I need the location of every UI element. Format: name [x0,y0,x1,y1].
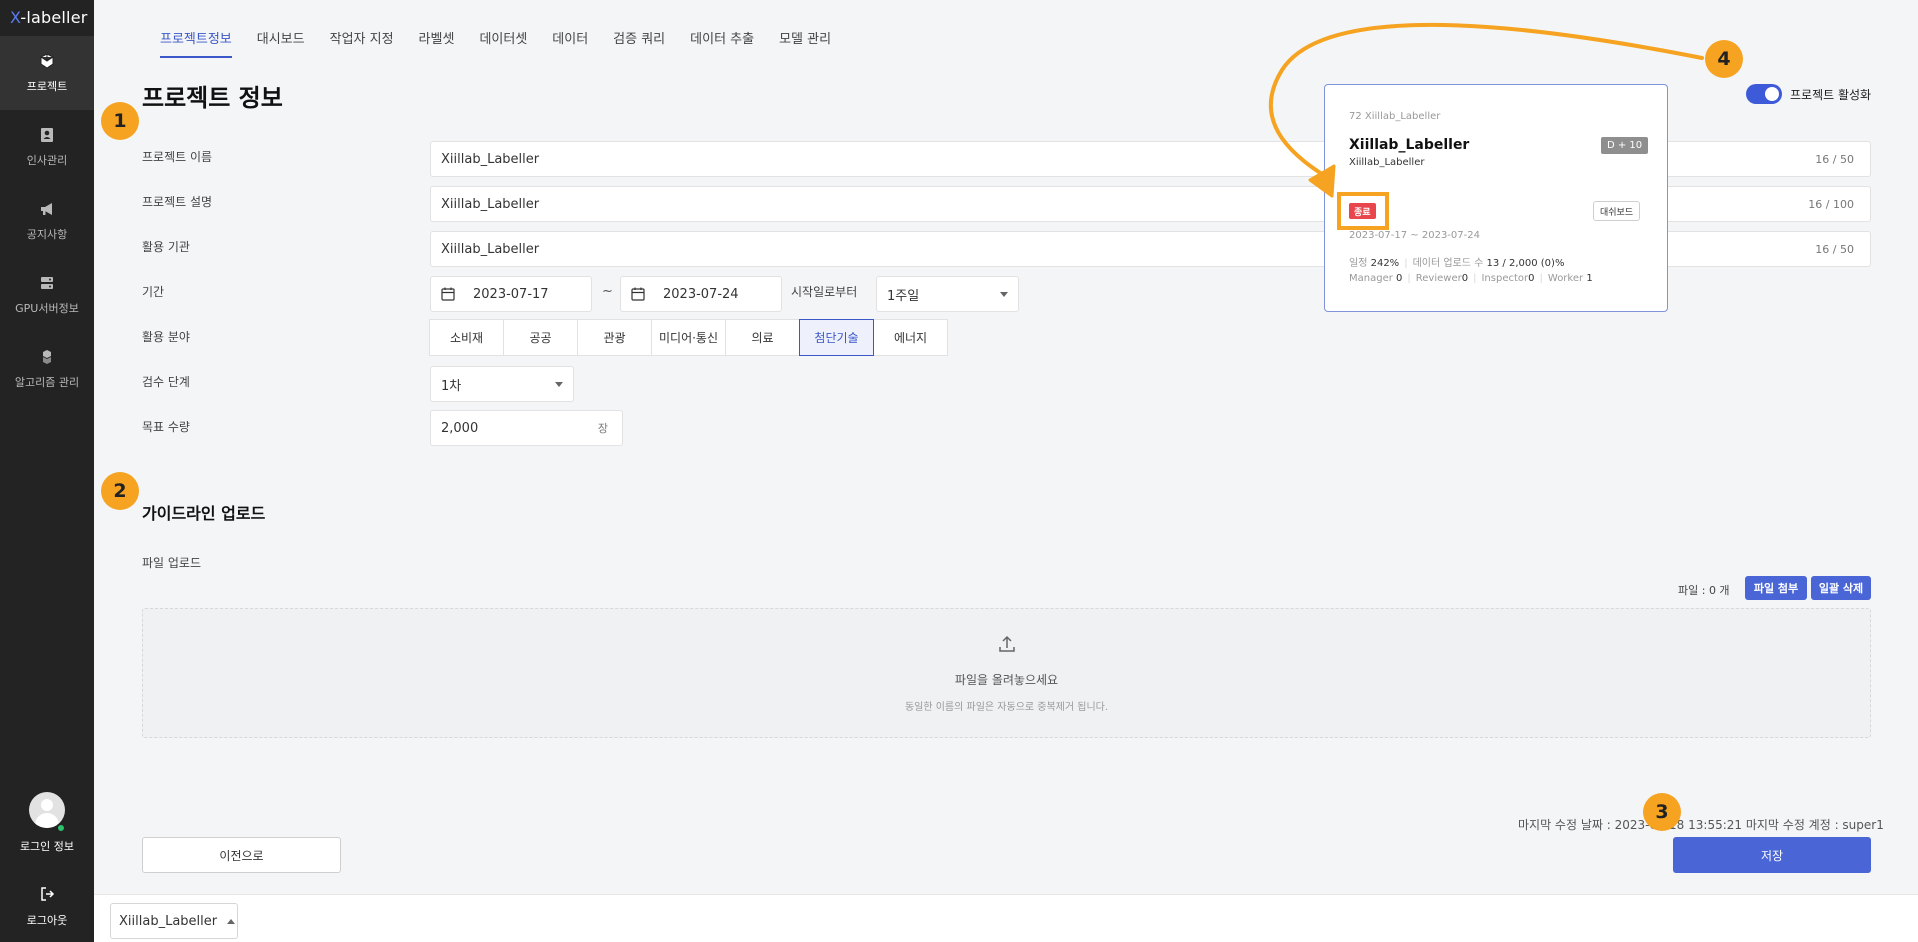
login-info-label: 로그인 정보 [19,840,75,853]
tab-model-management[interactable]: 모델 관리 [779,28,831,58]
tab-project-info[interactable]: 프로젝트정보 [160,28,232,58]
from-start-label: 시작일로부터 [791,285,858,299]
project-name-label: 프로젝트 이름 [142,150,213,164]
file-upload-label: 파일 업로드 [142,556,202,570]
tab-dashboard[interactable]: 대시보드 [257,28,305,58]
server-icon [41,276,53,289]
card-roles: Manager 0 | Reviewer0 | Inspector0 | Worker 1 [1349,273,1593,284]
sidebar: X-labeller 프로젝트 인사관리 공지사항 GPU서버정보 알고리즘 관… [0,0,94,942]
sidebar-item-notice[interactable]: 공지사항 [0,184,94,258]
review-stage-label: 검수 단계 [142,375,190,389]
app-logo[interactable]: X-labeller [0,0,94,36]
sidebar-item-label: 알고리즘 관리 [14,375,80,389]
box-icon [40,52,54,69]
chevron-down-icon [1000,291,1008,297]
sidebar-item-algorithm[interactable]: 알고리즘 관리 [0,332,94,406]
marker-1: 1 [101,102,139,140]
delete-all-button[interactable]: 일괄 삭제 [1811,576,1871,600]
tab-data[interactable]: 데이터 [552,28,588,58]
toggle-switch[interactable] [1746,84,1782,104]
project-desc-label: 프로젝트 설명 [142,195,213,209]
tab-dataset[interactable]: 데이터셋 [479,28,527,58]
target-count-input[interactable]: 2,000 장 [430,410,623,446]
field-option-media[interactable]: 미디어·통신 [651,319,726,356]
duration-select[interactable]: 1주일 [876,276,1019,312]
marker-3: 3 [1643,793,1681,831]
tab-data-export[interactable]: 데이터 추출 [690,28,754,58]
project-card[interactable]: 72 Xiillab_Labeller Xiillab_Labeller Xii… [1324,84,1668,312]
person-card-icon [41,127,53,142]
project-active-toggle[interactable]: 프로젝트 활성화 [1746,84,1871,104]
sidebar-item-label: GPU서버정보 [15,301,79,315]
sidebar-item-hr[interactable]: 인사관리 [0,110,94,184]
tab-bar: 프로젝트정보 대시보드 작업자 지정 라벨셋 데이터셋 데이터 검증 쿼리 데이… [160,28,856,58]
field-option-tourism[interactable]: 관광 [577,319,652,356]
toggle-label: 프로젝트 활성화 [1790,87,1872,102]
dropzone-sub-text: 동일한 이름의 파일은 자동으로 중복제거 됩니다. [904,702,1109,713]
field-option-energy[interactable]: 에너지 [873,319,948,356]
period-label: 기간 [142,285,165,299]
chevron-down-icon [555,381,563,387]
page-title: 프로젝트 정보 [142,84,283,112]
tab-labelset[interactable]: 라벨셋 [419,28,455,58]
logout-icon [41,887,55,901]
sidebar-item-label: 공지사항 [26,227,68,241]
marker-2: 2 [101,472,139,510]
start-date-input[interactable]: 2023-07-17 [430,276,592,312]
sidebar-item-gpu[interactable]: GPU서버정보 [0,258,94,332]
dropzone-main-text: 파일을 올려놓으세요 [954,673,1059,687]
field-segmented-control: 소비재 공공 관광 미디어·통신 의료 첨단기술 에너지 [429,319,948,356]
card-period: 2023-07-17 ~ 2023-07-24 [1349,230,1480,241]
card-subtitle: Xiillab_Labeller [1349,157,1425,168]
target-count-label: 목표 수량 [142,420,190,434]
sidebar-item-project[interactable]: 프로젝트 [0,36,94,110]
guideline-title: 가이드라인 업로드 [142,504,266,523]
boxes-icon [43,349,51,364]
period-tilde: ~ [602,284,613,299]
marker-4: 4 [1705,40,1743,78]
unit-label: 장 [597,422,608,435]
field-option-consumer[interactable]: 소비재 [429,319,504,356]
file-dropzone[interactable]: 파일을 올려놓으세요 동일한 이름의 파일은 자동으로 중복제거 됩니다. [142,608,1871,738]
field-option-hightech[interactable]: 첨단기술 [799,319,874,356]
calendar-icon [631,287,645,301]
review-stage-select[interactable]: 1차 [430,366,574,402]
footer-bar: Xiillab_Labeller [94,894,1918,942]
upload-icon [998,635,1015,652]
dday-badge: D + 10 [1601,137,1649,154]
field-option-medical[interactable]: 의료 [725,319,800,356]
status-highlight-box [1337,192,1389,230]
calendar-icon [441,287,455,301]
sidebar-item-label: 인사관리 [26,153,68,167]
megaphone-icon [41,202,52,215]
project-select[interactable]: Xiillab_Labeller [110,903,238,939]
online-status-dot [56,823,66,833]
card-id: 72 Xiillab_Labeller [1349,111,1441,122]
file-count: 파일 : 0 개 [1678,584,1730,597]
sidebar-item-label: 프로젝트 [26,79,68,93]
logout-button[interactable]: 로그아웃 [0,886,94,928]
last-modified-info: 마지막 수정 날짜 : 2023-07-18 13:55:21 마지막 수정 계… [1518,818,1884,832]
org-label: 활용 기관 [142,240,190,254]
attach-file-button[interactable]: 파일 첨부 [1745,576,1807,600]
char-counter: 16 / 100 [1808,197,1854,211]
card-title: Xiillab_Labeller [1349,137,1470,153]
end-date-input[interactable]: 2023-07-24 [620,276,782,312]
field-label: 활용 분야 [142,330,190,344]
field-option-public[interactable]: 공공 [503,319,578,356]
login-info[interactable]: 로그인 정보 [0,792,94,854]
logout-label: 로그아웃 [26,914,68,927]
tab-validation-query[interactable]: 검증 쿼리 [613,28,665,58]
char-counter: 16 / 50 [1815,242,1854,256]
tab-worker-assign[interactable]: 작업자 지정 [330,28,394,58]
char-counter: 16 / 50 [1815,152,1854,166]
dashboard-button[interactable]: 대쉬보드 [1593,201,1641,221]
chevron-up-icon [227,918,236,924]
prev-button[interactable]: 이전으로 [142,837,341,873]
save-button[interactable]: 저장 [1673,837,1871,873]
card-stats: 일정 242% | 데이터 업로드 수 13 / 2,000 (0)% [1349,258,1565,269]
